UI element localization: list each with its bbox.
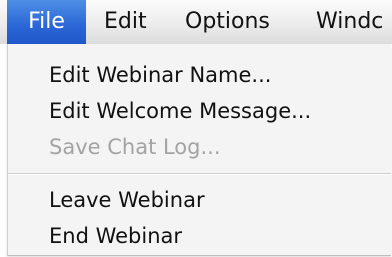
menu-bar: File Edit Options Windc	[0, 0, 392, 44]
menu-item-edit-webinar-name[interactable]: Edit Webinar Name...	[49, 61, 271, 89]
menu-separator	[8, 173, 391, 175]
menu-file[interactable]: File	[7, 0, 86, 44]
menu-item-save-chat-log: Save Chat Log...	[49, 135, 221, 159]
menu-window[interactable]: Windc	[316, 0, 383, 44]
menu-item-end-webinar[interactable]: End Webinar	[49, 222, 182, 250]
menu-options[interactable]: Options	[185, 0, 270, 44]
menu-item-edit-welcome-message[interactable]: Edit Welcome Message...	[49, 97, 311, 125]
file-menu-dropdown: Edit Webinar Name... Edit Welcome Messag…	[7, 44, 391, 256]
menu-item-leave-webinar[interactable]: Leave Webinar	[49, 186, 205, 214]
menu-edit[interactable]: Edit	[104, 0, 147, 44]
